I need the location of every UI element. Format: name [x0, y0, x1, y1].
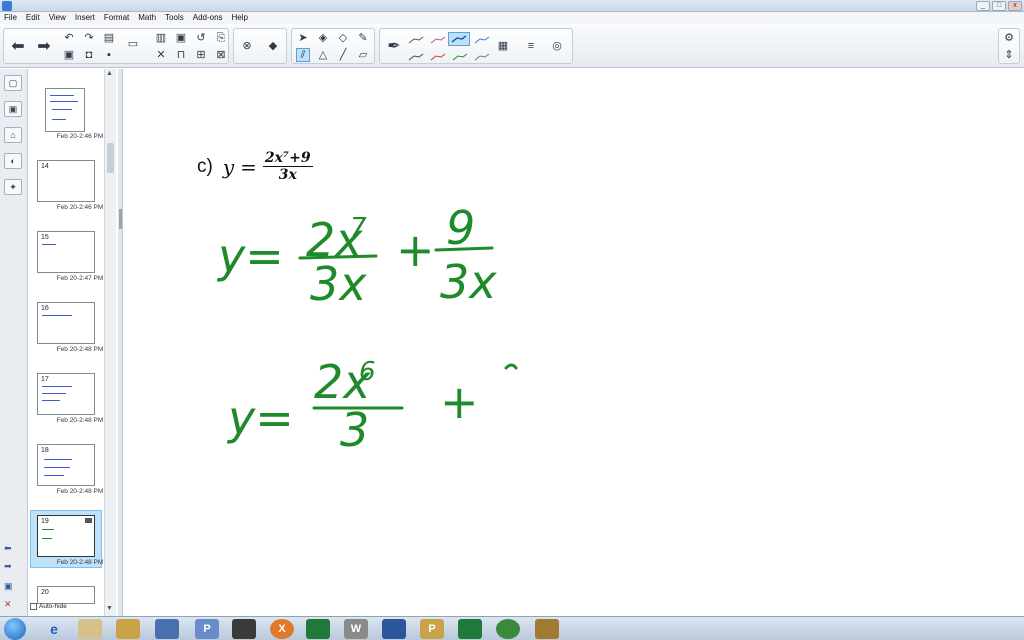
ie-icon[interactable]: e [42, 619, 66, 639]
start-button[interactable] [4, 618, 26, 640]
archive-icon[interactable] [535, 619, 559, 639]
hand-line1-frac2-num: 9 [446, 201, 475, 255]
hand-line2-plus: + [440, 375, 479, 429]
smart-notebook-taskbar-icon[interactable] [155, 619, 179, 639]
hand-line1-lhs: y= [216, 229, 284, 283]
hand-line2-exp: 6 [359, 357, 376, 387]
media-icon[interactable] [116, 619, 140, 639]
hand-line1-plus: + [396, 223, 435, 277]
handwriting-layer: y= 2x 7 3x + 9 3x y= 2x 6 3 + [216, 201, 518, 457]
folder-icon[interactable] [78, 619, 102, 639]
word-icon[interactable] [382, 619, 406, 639]
hand-line2-den: 3 [340, 403, 369, 457]
project-icon[interactable] [458, 619, 482, 639]
hand-line1-frac1-bar [298, 254, 378, 260]
hand-line1-frac1-den: 3x [310, 257, 367, 311]
hand-line2-lhs: y= [226, 391, 294, 445]
chrome-icon[interactable] [496, 619, 520, 639]
firefox-icon[interactable]: X [270, 619, 294, 639]
app-icon[interactable]: W [344, 619, 368, 639]
publisher-icon[interactable] [232, 619, 256, 639]
taskbar: e P X W P [0, 616, 1024, 640]
excel-icon[interactable] [306, 619, 330, 639]
tool-icon[interactable]: P [420, 619, 444, 639]
hand-line1-frac2-bar [434, 246, 494, 252]
hand-line1-frac2-den: 3x [440, 255, 497, 309]
hand-line1-frac1-exp: 7 [350, 213, 367, 243]
notepad-icon[interactable]: P [195, 619, 219, 639]
hand-partial-stroke [504, 363, 518, 370]
